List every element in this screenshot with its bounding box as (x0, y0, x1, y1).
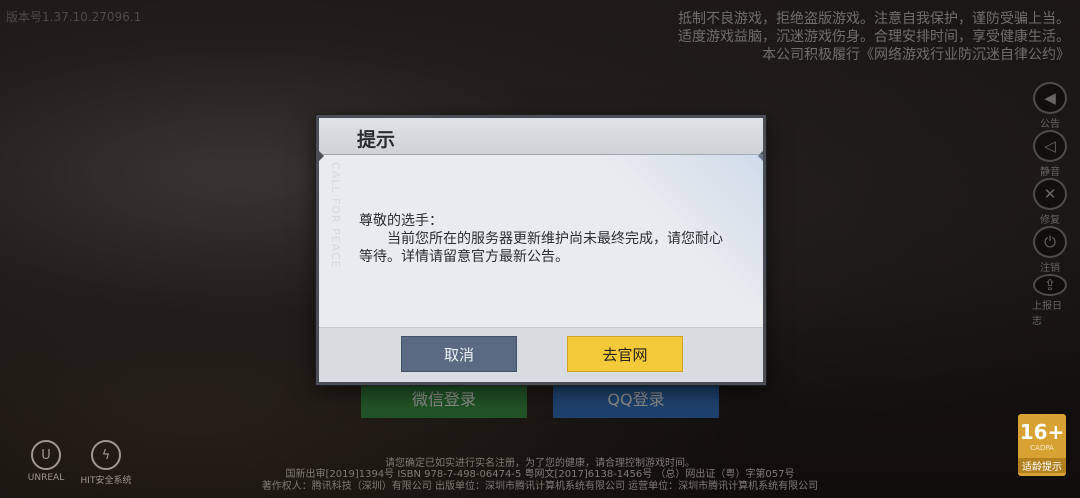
age-rating-label: 适龄提示 (1018, 458, 1066, 473)
header-notch-left (316, 148, 324, 164)
dialog-title: 提示 (357, 129, 396, 151)
age-rating-number: 16+ (1019, 420, 1065, 444)
footer-line-3: 著作权人：腾讯科技（深圳）有限公司 出版单位：深圳市腾讯计算机系统有限公司 运营… (261, 480, 819, 492)
footer-line-2: 国新出审[2019]1394号 ISBN 978-7-498-06474-5 粤… (285, 469, 795, 480)
official-site-button[interactable]: 去官网 (567, 336, 683, 372)
dialog-footer: 取消 去官网 (319, 327, 763, 382)
dialog-header: 提示 (319, 118, 763, 155)
dialog-message: 当前您所在的服务器更新维护尚未最终完成，请您耐心等待。详情请留意官方最新公告。 (359, 231, 723, 265)
dialog-watermark: CALL FOR PEACE (329, 162, 342, 269)
footer-line-1: 请您确定已如实进行实名注册，为了您的健康，请合理控制游戏时间。 (385, 457, 695, 469)
maintenance-dialog: 提示 CALL FOR PEACE 尊敬的选手： 当前您所在的服务器更新维护尚未… (316, 115, 766, 385)
dialog-body: 尊敬的选手： 当前您所在的服务器更新维护尚未最终完成，请您耐心等待。详情请留意官… (359, 212, 734, 266)
age-rating-org: CADPA (1030, 444, 1054, 452)
legal-footer: 请您确定已如实进行实名注册，为了您的健康，请合理控制游戏时间。 国新出审[201… (0, 458, 1080, 493)
dialog-greeting: 尊敬的选手： (359, 213, 443, 229)
age-rating-badge[interactable]: 16+ CADPA 适龄提示 (1018, 414, 1066, 476)
cancel-button[interactable]: 取消 (401, 336, 517, 372)
